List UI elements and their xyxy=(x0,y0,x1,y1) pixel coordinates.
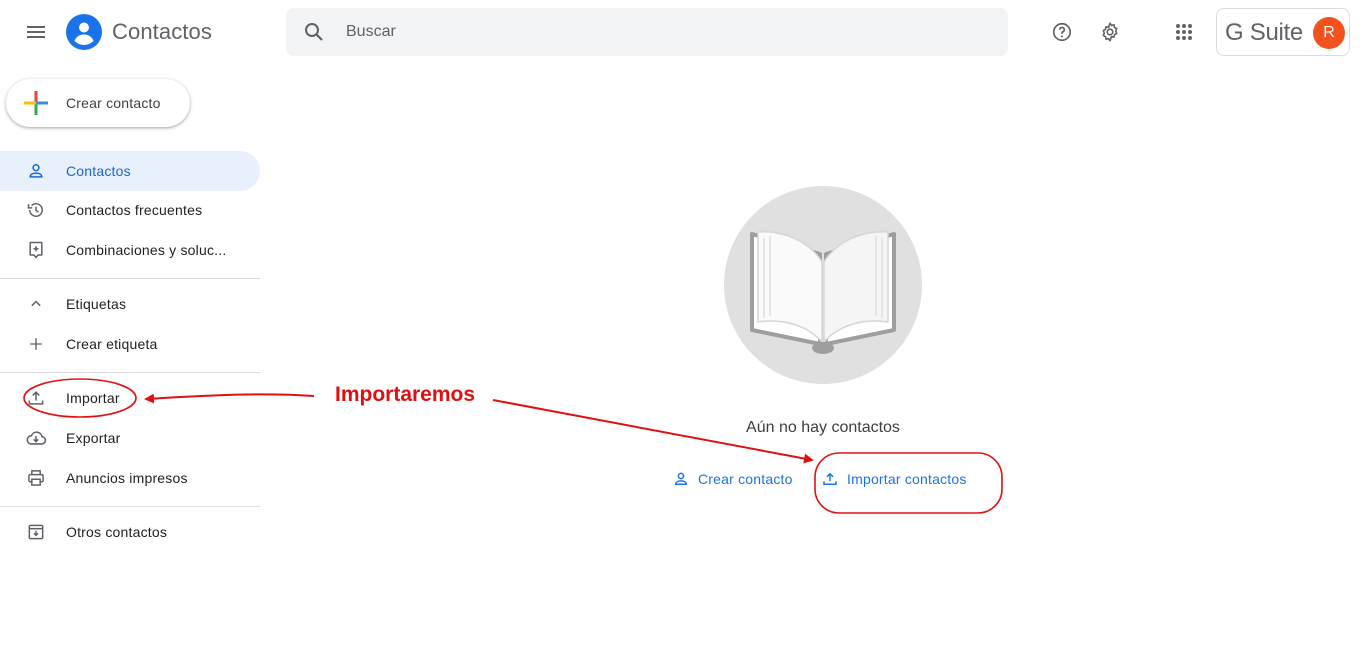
empty-create-contact-button[interactable]: Crear contacto xyxy=(672,466,793,492)
sidebar-item-etiquetas[interactable]: Etiquetas xyxy=(0,284,260,324)
sidebar-item-otros-contactos[interactable]: Otros contactos xyxy=(0,512,260,552)
search-input[interactable] xyxy=(346,8,986,56)
sidebar-divider xyxy=(0,372,260,373)
app-header: Contactos G Suite R xyxy=(0,0,1366,64)
menu-icon xyxy=(27,26,45,38)
archive-icon xyxy=(24,520,48,544)
empty-state-message: Aún no hay contactos xyxy=(746,419,900,436)
chevron-up-icon xyxy=(24,292,48,316)
empty-state-illustration xyxy=(724,186,922,384)
sidebar-item-importar[interactable]: Importar xyxy=(0,378,260,418)
apps-button[interactable] xyxy=(1164,12,1204,52)
search-bar[interactable] xyxy=(286,8,1008,56)
sidebar-item-label: Contactos xyxy=(66,163,131,179)
upload-icon xyxy=(823,472,837,485)
search-icon[interactable] xyxy=(302,20,326,44)
help-icon xyxy=(1052,22,1072,42)
open-book-icon xyxy=(750,231,896,354)
sidebar-item-label: Exportar xyxy=(66,430,121,446)
sidebar-item-label: Anuncios impresos xyxy=(66,470,188,486)
sidebar-divider xyxy=(0,278,260,279)
sidebar-item-contactos[interactable]: Contactos xyxy=(0,151,260,191)
upload-icon xyxy=(24,386,48,410)
sidebar-item-combinaciones[interactable]: Combinaciones y soluc... xyxy=(0,230,260,270)
account-switcher[interactable]: G Suite R xyxy=(1216,8,1350,56)
import-contacts-label: Importar contactos xyxy=(847,471,967,487)
history-icon xyxy=(24,198,48,222)
main-menu-button[interactable] xyxy=(16,12,56,52)
app-title[interactable]: Contactos xyxy=(112,19,212,45)
sidebar-item-label: Otros contactos xyxy=(66,524,168,540)
settings-icon xyxy=(1102,22,1118,42)
sidebar-item-label: Etiquetas xyxy=(66,296,127,312)
apps-grid-icon xyxy=(1176,24,1192,40)
gsuite-logo: G Suite xyxy=(1225,19,1303,46)
sidebar-item-label: Crear etiqueta xyxy=(66,336,158,352)
plus-icon xyxy=(24,332,48,356)
sidebar-item-label: Contactos frecuentes xyxy=(66,202,203,218)
sidebar-item-label: Combinaciones y soluc... xyxy=(66,242,227,258)
sidebar-item-anuncios-impresos[interactable]: Anuncios impresos xyxy=(0,458,260,498)
create-contact-label: Crear contacto xyxy=(66,95,161,111)
help-button[interactable] xyxy=(1042,12,1082,52)
create-contact-button[interactable]: Crear contacto xyxy=(6,79,190,127)
print-icon xyxy=(24,466,48,490)
person-icon xyxy=(674,472,688,485)
sidebar-item-crear-etiqueta[interactable]: Crear etiqueta xyxy=(0,324,260,364)
import-contacts-button[interactable]: Importar contactos xyxy=(821,466,967,492)
contacts-logo-icon[interactable] xyxy=(66,14,102,50)
person-icon xyxy=(24,159,48,183)
annotation-label: Importaremos xyxy=(335,383,476,406)
colorful-plus-icon xyxy=(24,91,48,115)
sidebar-item-exportar[interactable]: Exportar xyxy=(0,418,260,458)
cloud-download-icon xyxy=(24,426,48,450)
merge-fix-icon xyxy=(24,238,48,262)
sidebar-item-frecuentes[interactable]: Contactos frecuentes xyxy=(0,190,260,230)
sidebar-item-label: Importar xyxy=(66,390,120,406)
sidebar-divider xyxy=(0,506,260,507)
empty-create-contact-label: Crear contacto xyxy=(698,471,793,487)
avatar[interactable]: R xyxy=(1313,17,1345,49)
settings-button[interactable] xyxy=(1090,12,1130,52)
